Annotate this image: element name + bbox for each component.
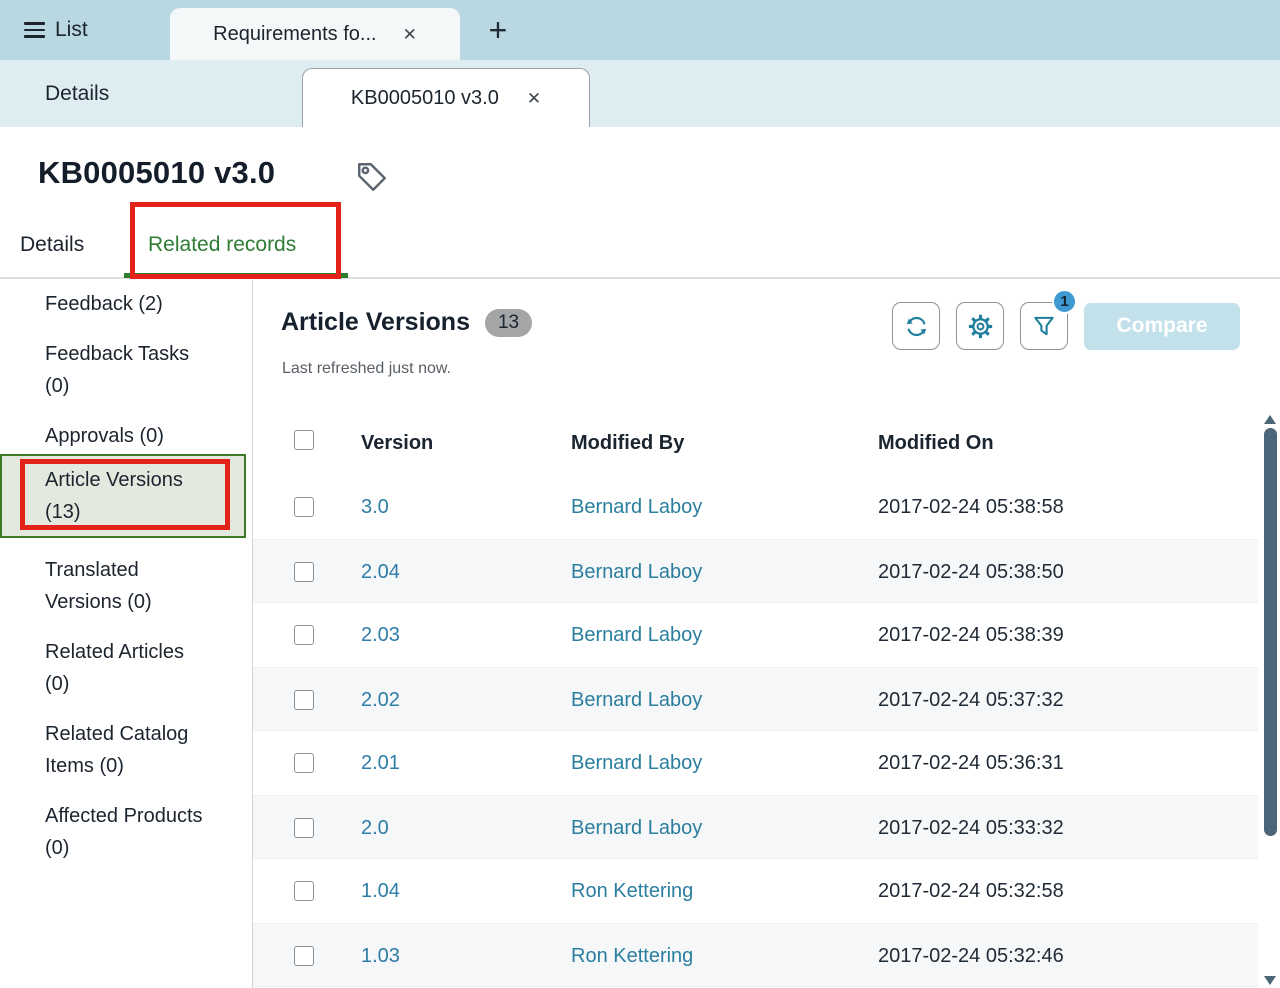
list-heading: Article Versions <box>281 308 470 337</box>
filter-button[interactable]: 1 <box>1020 302 1068 350</box>
tab-details[interactable]: Details <box>20 233 84 257</box>
table-row: 2.01 Bernard Laboy 2017-02-24 05:36:31 <box>253 731 1258 795</box>
row-checkbox[interactable] <box>294 497 314 517</box>
modified-on-value: 2017-02-24 05:37:32 <box>878 668 1064 732</box>
record-tab[interactable]: KB0005010 v3.0 ✕ <box>302 68 590 128</box>
sidebar-item-translated-versions[interactable]: Translated Versions (0) <box>0 554 252 618</box>
modified-on-value: 2017-02-24 05:36:31 <box>878 731 1064 795</box>
modified-by-link[interactable]: Bernard Laboy <box>571 540 702 604</box>
sidebar-item-feedback-tasks[interactable]: Feedback Tasks (0) <box>0 338 252 402</box>
workspace-tab-title: Requirements fo... <box>213 23 376 46</box>
sidebar-item-article-versions[interactable]: Article Versions (13) <box>0 454 246 538</box>
row-checkbox[interactable] <box>294 753 314 773</box>
filter-icon <box>1031 313 1057 339</box>
tag-icon[interactable] <box>354 159 390 195</box>
list-label: List <box>55 18 88 42</box>
close-icon[interactable]: ✕ <box>403 26 417 43</box>
sidebar-item-affected-products[interactable]: Affected Products (0) <box>0 800 252 864</box>
table-row: 2.02 Bernard Laboy 2017-02-24 05:37:32 <box>253 667 1258 731</box>
modified-on-value: 2017-02-24 05:32:58 <box>878 859 1064 923</box>
modified-on-value: 2017-02-24 05:33:32 <box>878 796 1064 860</box>
modified-by-link[interactable]: Ron Kettering <box>571 859 693 923</box>
row-checkbox[interactable] <box>294 946 314 966</box>
modified-by-link[interactable]: Bernard Laboy <box>571 796 702 860</box>
scrollbar-thumb[interactable] <box>1264 428 1277 836</box>
version-link[interactable]: 2.03 <box>361 603 400 667</box>
row-checkbox[interactable] <box>294 818 314 838</box>
list-menu-button[interactable]: List <box>24 0 88 60</box>
table-row: 3.0 Bernard Laboy 2017-02-24 05:38:58 <box>253 475 1258 539</box>
scroll-down-arrow[interactable] <box>1264 976 1276 985</box>
modified-by-link[interactable]: Bernard Laboy <box>571 668 702 732</box>
sidebar-item-approvals[interactable]: Approvals (0) <box>0 420 252 452</box>
table-header: Version Modified By Modified On <box>253 420 1258 470</box>
version-link[interactable]: 2.01 <box>361 731 400 795</box>
page-title: KB0005010 v3.0 <box>38 155 275 191</box>
version-link[interactable]: 2.0 <box>361 796 389 860</box>
related-lists-sidebar: Feedback (2) Feedback Tasks (0) Approval… <box>0 280 253 988</box>
row-checkbox[interactable] <box>294 625 314 645</box>
count-badge: 13 <box>485 309 532 337</box>
version-link[interactable]: 1.03 <box>361 924 400 988</box>
tab-related-records[interactable]: Related records <box>148 233 296 257</box>
sidebar-item-related-catalog-items[interactable]: Related Catalog Items (0) <box>0 718 252 782</box>
vertical-scrollbar <box>1262 413 1279 988</box>
table-row: 1.03 Ron Kettering 2017-02-24 05:32:46 <box>253 923 1258 987</box>
modified-on-value: 2017-02-24 05:38:39 <box>878 603 1064 667</box>
table-row: 2.04 Bernard Laboy 2017-02-24 05:38:50 <box>253 539 1258 603</box>
list-toolbar: 1 Compare <box>892 302 1240 350</box>
version-link[interactable]: 2.02 <box>361 668 400 732</box>
row-checkbox[interactable] <box>294 562 314 582</box>
modified-on-value: 2017-02-24 05:32:46 <box>878 924 1064 988</box>
table-body: 3.0 Bernard Laboy 2017-02-24 05:38:58 2.… <box>253 475 1258 987</box>
record-content: KB0005010 v3.0 Details Related records F… <box>0 127 1280 988</box>
sidebar-item-feedback[interactable]: Feedback (2) <box>0 288 252 320</box>
table-row: 1.04 Ron Kettering 2017-02-24 05:32:58 <box>253 859 1258 923</box>
new-tab-button[interactable]: + <box>472 0 524 60</box>
compare-button[interactable]: Compare <box>1084 303 1240 350</box>
modified-by-link[interactable]: Bernard Laboy <box>571 603 702 667</box>
modified-by-link[interactable]: Bernard Laboy <box>571 731 702 795</box>
settings-button[interactable] <box>956 302 1004 350</box>
column-header-modified-by: Modified By <box>571 432 684 455</box>
column-header-version: Version <box>361 432 433 455</box>
refresh-button[interactable] <box>892 302 940 350</box>
last-refreshed-text: Last refreshed just now. <box>282 360 451 378</box>
table-row: 2.0 Bernard Laboy 2017-02-24 05:33:32 <box>253 795 1258 859</box>
subnav-details-tab[interactable]: Details <box>45 60 109 127</box>
table-row: 2.03 Bernard Laboy 2017-02-24 05:38:39 <box>253 603 1258 667</box>
version-link[interactable]: 2.04 <box>361 540 400 604</box>
workspace-tab[interactable]: Requirements fo... ✕ <box>170 8 460 60</box>
version-link[interactable]: 1.04 <box>361 859 400 923</box>
modified-by-link[interactable]: Ron Kettering <box>571 924 693 988</box>
record-tab-title: KB0005010 v3.0 <box>351 87 499 110</box>
version-link[interactable]: 3.0 <box>361 475 389 539</box>
modified-by-link[interactable]: Bernard Laboy <box>571 475 702 539</box>
gear-icon <box>967 313 994 340</box>
active-tab-underline <box>124 273 348 278</box>
list-icon <box>24 22 45 38</box>
filter-count-badge: 1 <box>1052 289 1077 314</box>
modified-on-value: 2017-02-24 05:38:50 <box>878 540 1064 604</box>
refresh-icon <box>903 313 930 340</box>
workspace-top-bar: List Requirements fo... ✕ + <box>0 0 1280 60</box>
scroll-up-arrow[interactable] <box>1264 415 1276 424</box>
close-icon[interactable]: ✕ <box>527 90 541 107</box>
row-checkbox[interactable] <box>294 690 314 710</box>
sidebar-item-related-articles[interactable]: Related Articles (0) <box>0 636 252 700</box>
modified-on-value: 2017-02-24 05:38:58 <box>878 475 1064 539</box>
record-tab-bar: Details KB0005010 v3.0 ✕ <box>0 60 1280 127</box>
column-header-modified-on: Modified On <box>878 432 994 455</box>
article-versions-panel: Article Versions 13 Last refreshed just … <box>253 280 1280 988</box>
row-checkbox[interactable] <box>294 881 314 901</box>
select-all-checkbox[interactable] <box>294 430 314 450</box>
